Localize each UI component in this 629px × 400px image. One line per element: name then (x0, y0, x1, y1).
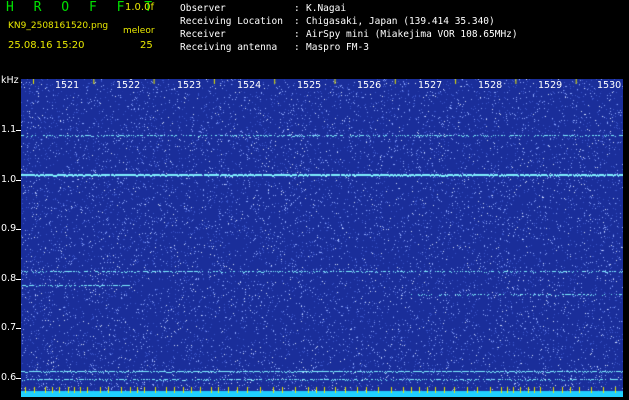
spectrogram-canvas (21, 79, 623, 397)
info-row-receiver: Receiver: AirSpy mini (Miakejima VOR 108… (180, 28, 518, 41)
info-row-location: Receiving Location: Chigasaki, Japan (13… (180, 15, 518, 28)
x-tick-label: 1529 (537, 80, 564, 91)
info-separator: : (294, 16, 306, 27)
info-key: Receiver (180, 29, 226, 40)
y-tick-mark (16, 328, 21, 329)
info-value: Maspro FM-3 (306, 42, 369, 53)
x-tick-label: 1530 (596, 80, 623, 91)
y-tick-label: 1.0 (1, 174, 17, 185)
header-panel: H R O F F T 1.0.0f KN9_2508161520.png me… (0, 0, 629, 76)
x-tick-label: 1527 (417, 80, 444, 91)
info-key: Observer (180, 3, 226, 14)
x-tick-label: 1523 (176, 80, 203, 91)
x-tick-label: 1526 (356, 80, 383, 91)
y-tick-label: 0.8 (1, 273, 17, 284)
info-separator: : (294, 29, 306, 40)
info-row-observer: Observer: K.Nagai (180, 2, 518, 15)
x-tick-label: 1521 (54, 80, 81, 91)
y-tick-label: 1.1 (1, 124, 17, 135)
y-tick-mark (16, 378, 21, 379)
mode-value: 25 (140, 40, 153, 51)
y-tick-mark (16, 180, 21, 181)
info-key: Receiving antenna (180, 42, 278, 53)
info-value: AirSpy mini (Miakejima VOR 108.65MHz) (306, 29, 518, 40)
capture-datetime: 25.08.16 15:20 (8, 40, 85, 51)
info-key: Receiving Location (180, 16, 283, 27)
spectrogram-plot (21, 79, 623, 397)
info-value: K.Nagai (306, 3, 347, 14)
y-tick-mark (16, 130, 21, 131)
y-tick-label: 0.6 (1, 372, 17, 383)
file-name: KN9_2508161520.png (8, 21, 109, 31)
info-separator: : (294, 42, 306, 53)
y-axis-unit: kHz (1, 75, 19, 86)
x-tick-label: 1528 (477, 80, 504, 91)
x-tick-label: 1525 (296, 80, 323, 91)
station-info: Observer: K.Nagai Receiving Location: Ch… (180, 2, 518, 54)
y-tick-mark (16, 229, 21, 230)
y-tick-mark (16, 279, 21, 280)
info-separator: : (294, 3, 306, 14)
app-version: 1.0.0f (125, 2, 154, 13)
info-value: Chigasaki, Japan (139.414 35.340) (306, 16, 495, 27)
x-tick-label: 1522 (115, 80, 142, 91)
info-row-antenna: Receiving antenna: Maspro FM-3 (180, 41, 518, 54)
x-tick-label: 1524 (236, 80, 263, 91)
mode-label: meleor (123, 26, 155, 36)
y-tick-label: 0.7 (1, 322, 17, 333)
y-tick-label: 0.9 (1, 223, 17, 234)
